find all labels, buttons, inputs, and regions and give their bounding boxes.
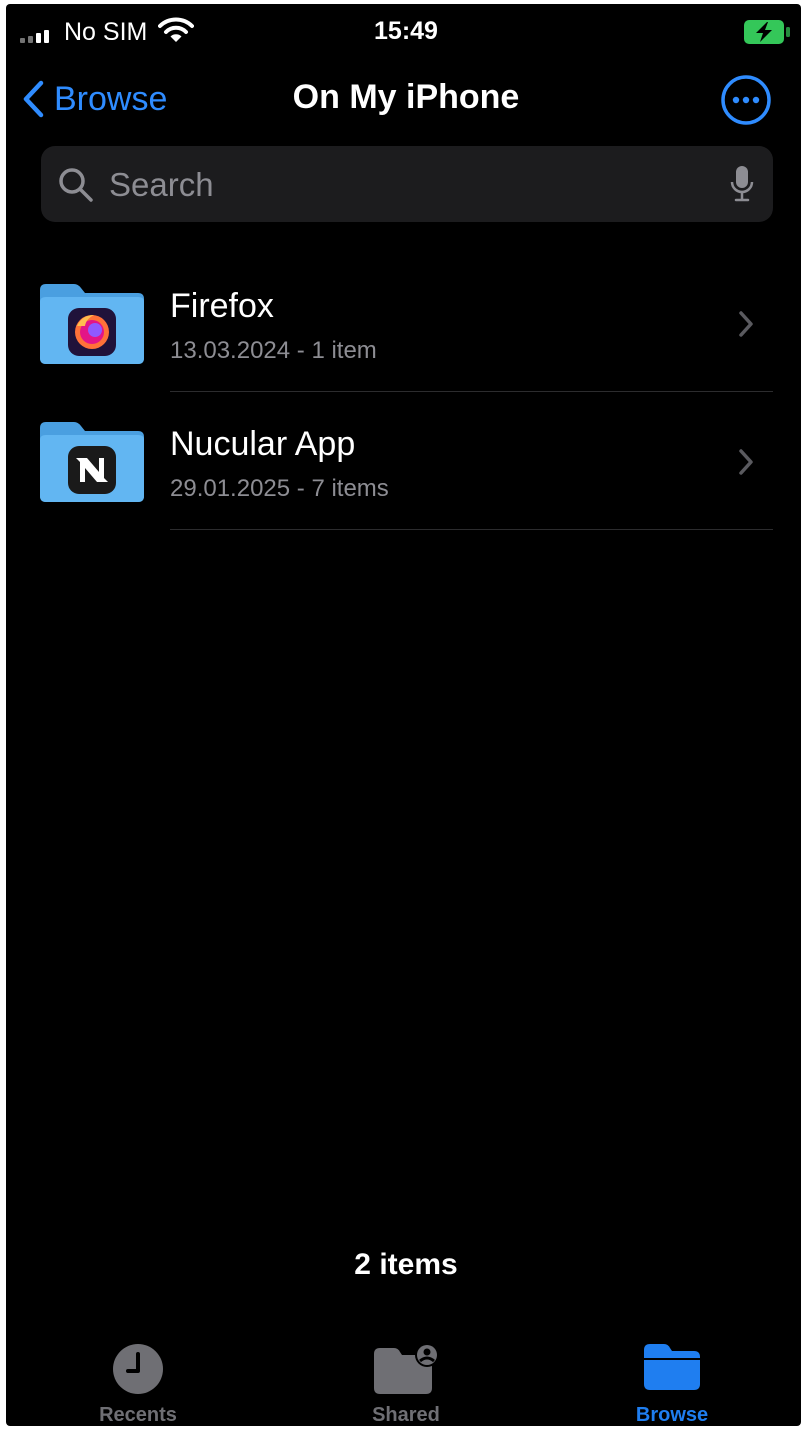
- folder-icon: [644, 1344, 700, 1390]
- page-title: On My iPhone: [292, 78, 520, 116]
- microphone-icon[interactable]: [729, 164, 755, 204]
- tab-shared[interactable]: Shared: [316, 1334, 496, 1426]
- tab-label: Shared: [372, 1404, 440, 1426]
- cellular-signal-icon: [20, 30, 49, 43]
- search-input[interactable]: Search: [41, 146, 773, 222]
- more-options-icon[interactable]: [720, 74, 772, 126]
- tab-recents[interactable]: Recents: [48, 1334, 228, 1426]
- nucular-app-icon: [68, 446, 116, 494]
- folder-icon: [40, 284, 144, 364]
- file-name: Nucular App: [170, 425, 356, 463]
- carrier-label: No SIM: [64, 18, 148, 46]
- chevron-left-icon: [23, 80, 44, 118]
- search-placeholder: Search: [109, 166, 214, 203]
- search-icon: [59, 168, 93, 202]
- back-button[interactable]: Browse: [22, 74, 167, 124]
- clock-icon: [113, 1344, 163, 1394]
- chevron-right-icon: [739, 311, 753, 337]
- wifi-icon: [158, 17, 194, 42]
- file-meta: 13.03.2024 - 1 item: [170, 337, 377, 364]
- chevron-right-icon: [739, 449, 753, 475]
- file-name: Firefox: [170, 287, 274, 325]
- tab-label: Recents: [99, 1404, 177, 1426]
- firefox-icon: [68, 308, 116, 356]
- status-time: 15:49: [374, 17, 438, 45]
- tab-browse[interactable]: Browse: [582, 1334, 762, 1426]
- folder-icon: [40, 422, 144, 502]
- tab-label: Browse: [635, 1404, 709, 1426]
- back-button-label: Browse: [54, 79, 168, 118]
- battery-charging-icon: [744, 20, 790, 44]
- file-meta: 29.01.2025 - 7 items: [170, 475, 389, 502]
- list-item-firefox[interactable]: Firefox 13.03.2024 - 1 item: [6, 254, 801, 392]
- status-bar: No SIM 15:49: [6, 4, 801, 56]
- list-item-nucular-app[interactable]: Nucular App 29.01.2025 - 7 items: [6, 392, 801, 530]
- item-count: 2 items: [354, 1248, 458, 1281]
- shared-folder-icon: [374, 1343, 439, 1394]
- files-app-screen: No SIM 15:49 Browse On My iPhone Search …: [6, 4, 801, 1426]
- row-divider: [170, 529, 773, 530]
